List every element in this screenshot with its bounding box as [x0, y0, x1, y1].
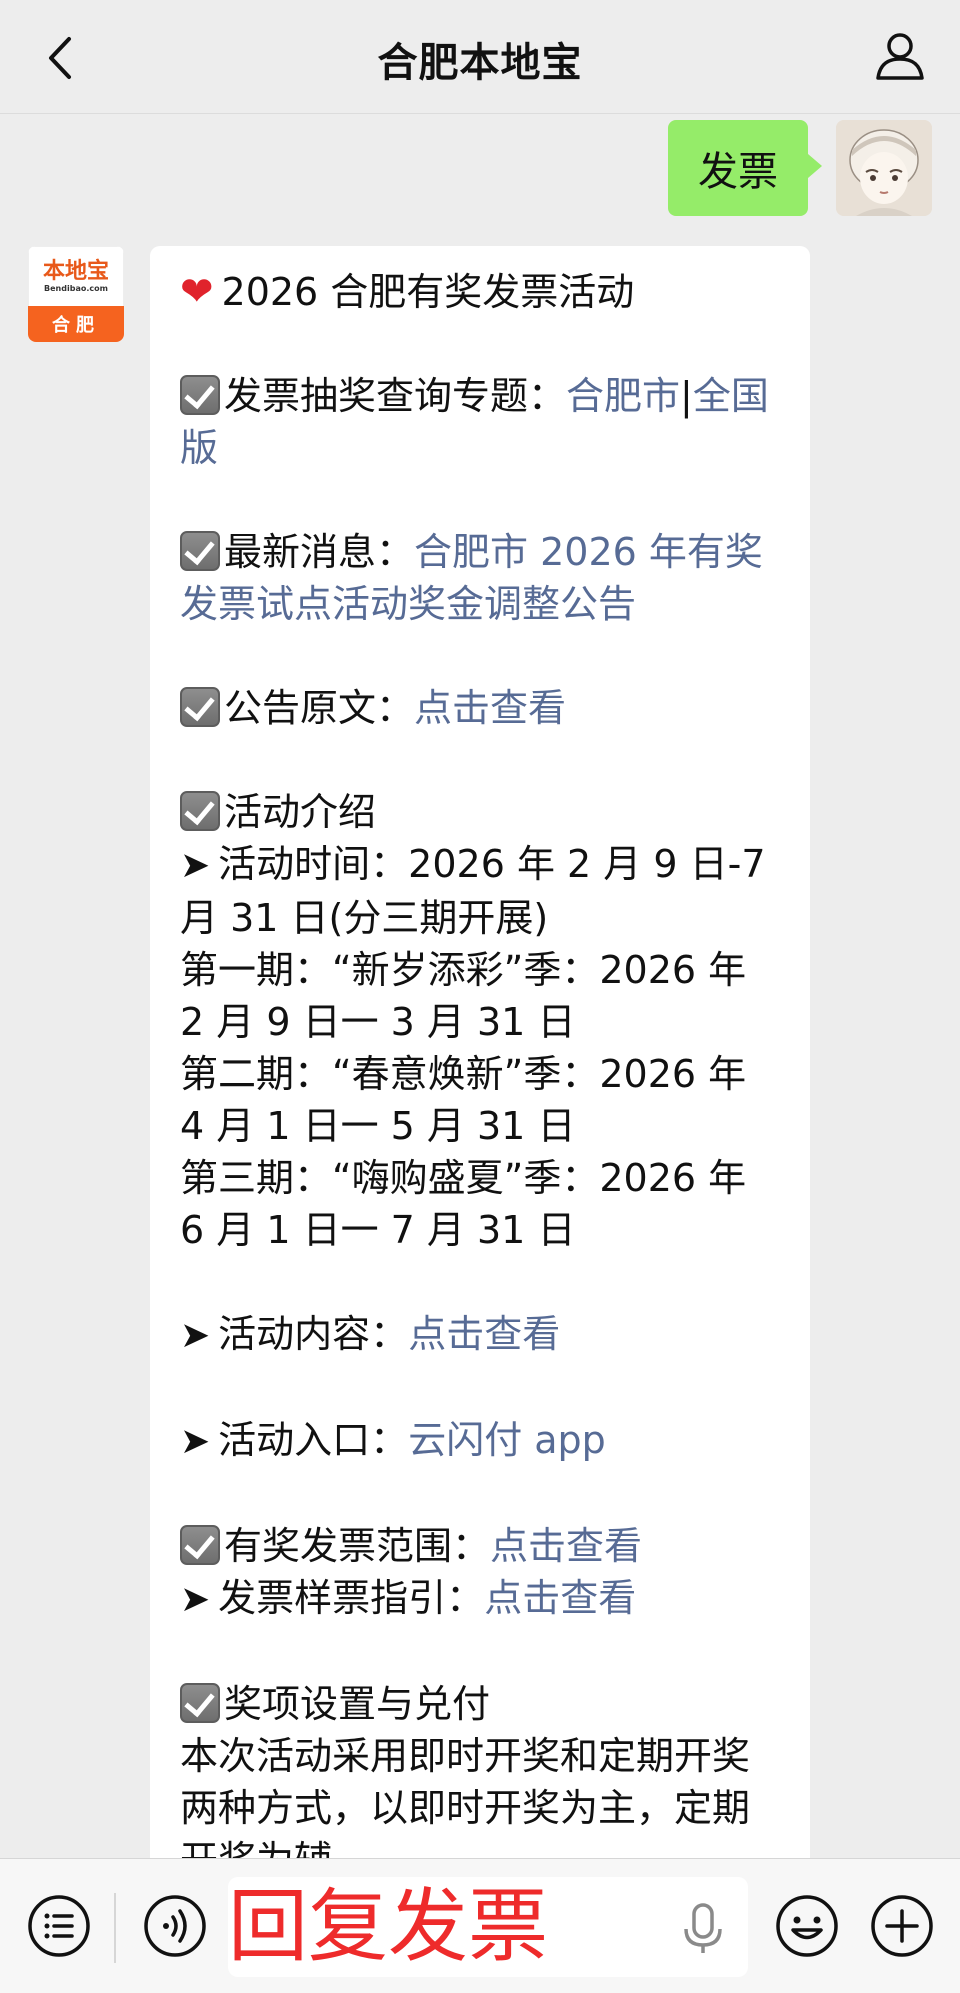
arrow-icon: ➤ — [180, 845, 211, 886]
my-avatar[interactable] — [836, 120, 932, 216]
input-text: 回复发票 — [228, 1880, 548, 1973]
profile-button[interactable] — [870, 26, 930, 86]
phase3-line: 第三期：“嗨购盛夏”季：2026 年 6 月 1 日一 7 月 31 日 — [180, 1156, 747, 1252]
checkbox-icon — [180, 687, 220, 727]
incoming-bubble: ❤ 2026 合肥有奖发票活动 发票抽奖查询专题：合肥市|全国版 最新消息：合肥市… — [150, 246, 810, 1993]
notice-label: 公告原文： — [224, 686, 415, 730]
checkbox-icon — [180, 1525, 220, 1565]
arrow-icon: ➤ — [180, 1579, 211, 1620]
voice-icon — [144, 1895, 206, 1957]
checkbox-icon — [180, 791, 220, 831]
headline-line: ❤ 2026 合肥有奖发票活动 — [180, 266, 782, 318]
menu-button[interactable] — [24, 1891, 94, 1961]
divider — [114, 1893, 116, 1963]
outgoing-message-row: 发票 — [668, 120, 932, 216]
time-line: ➤ 活动时间：2026 年 2 月 9 日-7 月 31 日(分三期开展) — [180, 838, 782, 944]
checkbox-icon — [180, 375, 220, 415]
message-input[interactable]: 回复发票 — [228, 1877, 748, 1977]
sample-label: 发票样票指引： — [218, 1576, 485, 1620]
headline: 2026 合肥有奖发票活动 — [221, 270, 635, 314]
phase1-line: 第一期：“新岁添彩”季：2026 年 2 月 9 日一 3 月 31 日 — [180, 948, 747, 1044]
link-hefei[interactable]: 合肥市 — [566, 374, 680, 418]
news-label: 最新消息： — [224, 530, 415, 574]
entry-line: ➤ 活动入口：云闪付 app — [180, 1414, 782, 1468]
page-title: 合肥本地宝 — [377, 40, 583, 86]
logo-brand-en: Bendibao.com — [44, 283, 108, 293]
message-body: ❤ 2026 合肥有奖发票活动 发票抽奖查询专题：合肥市|全国版 最新消息：合肥市… — [180, 266, 782, 1886]
query-separator: | — [680, 374, 693, 418]
emoji-icon — [776, 1895, 838, 1957]
content-label: 活动内容： — [218, 1312, 409, 1356]
link-scope[interactable]: 点击查看 — [490, 1524, 642, 1568]
query-label: 发票抽奖查询专题： — [224, 374, 567, 418]
top-nav-bar: 合肥本地宝 — [0, 0, 960, 114]
mic-icon[interactable] — [678, 1901, 728, 1957]
entry-label: 活动入口： — [218, 1418, 409, 1462]
outgoing-text: 发票 — [698, 149, 778, 195]
arrow-icon: ➤ — [180, 1315, 211, 1356]
scope-line: 有奖发票范围：点击查看 — [180, 1520, 782, 1572]
logo-top: 本地宝 Bendibao.com — [28, 246, 124, 306]
news-line: 最新消息：合肥市 2026 年有奖发票试点活动奖金调整公告 — [180, 526, 782, 630]
checkbox-icon — [180, 531, 220, 571]
link-entry[interactable]: 云闪付 app — [408, 1418, 606, 1462]
scope-label: 有奖发票范围： — [224, 1524, 491, 1568]
voice-button[interactable] — [140, 1891, 210, 1961]
prize-line: 奖项设置与兑付 — [180, 1678, 782, 1730]
notice-line: 公告原文：点击查看 — [180, 682, 782, 734]
plus-button[interactable] — [867, 1891, 937, 1961]
link-sample[interactable]: 点击查看 — [484, 1576, 636, 1620]
intro-label: 活动介绍 — [224, 790, 377, 834]
logo-brand-cn: 本地宝 — [42, 258, 109, 284]
link-notice[interactable]: 点击查看 — [414, 686, 566, 730]
logo-city: 合肥 — [28, 306, 124, 342]
checkbox-icon — [180, 1683, 220, 1723]
account-avatar[interactable]: 本地宝 Bendibao.com 合肥 — [28, 246, 124, 342]
time-label: 活动时间：2026 年 2 月 9 日-7 月 31 日(分三期开展) — [180, 842, 766, 940]
input-bar: 回复发票 — [0, 1858, 960, 1993]
query-line: 发票抽奖查询专题：合肥市|全国版 — [180, 370, 782, 474]
list-icon — [28, 1895, 90, 1957]
heart-icon: ❤ — [180, 269, 214, 315]
content-line: ➤ 活动内容：点击查看 — [180, 1308, 782, 1362]
outgoing-bubble[interactable]: 发票 — [668, 120, 822, 216]
person-icon — [876, 33, 924, 80]
sample-line: ➤ 发票样票指引：点击查看 — [180, 1572, 782, 1626]
avatar-illustration — [836, 120, 932, 216]
plus-icon — [871, 1895, 933, 1957]
link-content[interactable]: 点击查看 — [408, 1312, 560, 1356]
arrow-icon: ➤ — [180, 1421, 211, 1462]
prize-label: 奖项设置与兑付 — [224, 1682, 491, 1726]
emoji-button[interactable] — [772, 1891, 842, 1961]
phase2-line: 第二期：“春意焕新”季：2026 年 4 月 1 日一 5 月 31 日 — [180, 1052, 747, 1148]
intro-line: 活动介绍 — [180, 786, 782, 838]
